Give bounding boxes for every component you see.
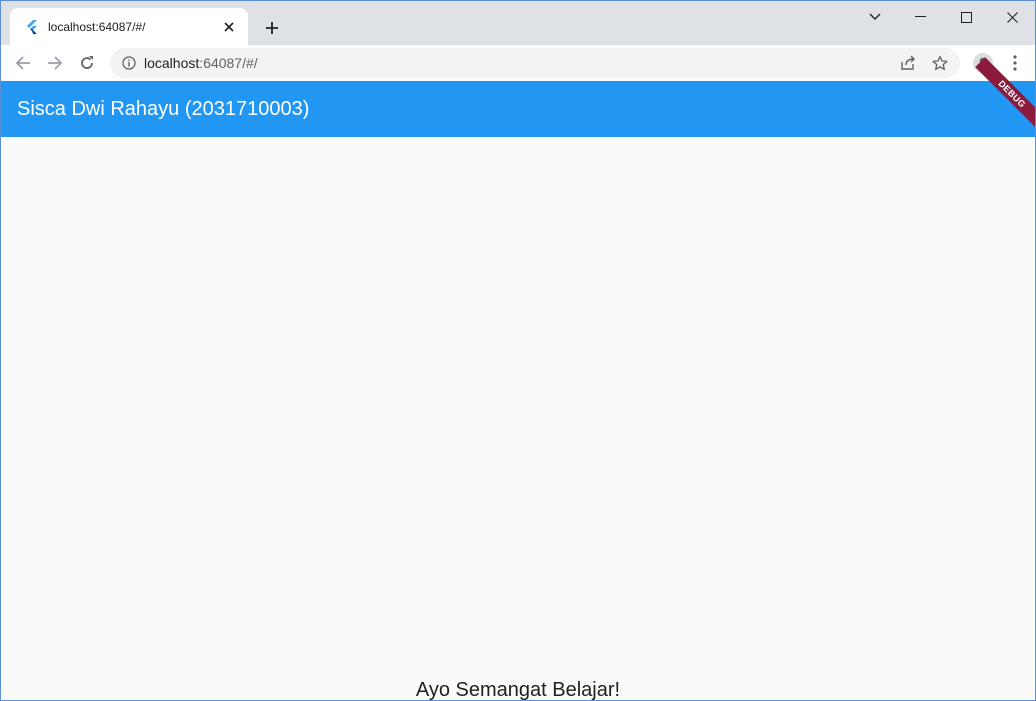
info-icon[interactable] [120, 54, 138, 72]
share-icon[interactable] [892, 49, 924, 77]
tab-search-button[interactable] [861, 5, 889, 29]
close-icon [1006, 11, 1018, 23]
app-bar: Sisca Dwi Rahayu (2031710003) DEBUG [1, 57, 1035, 137]
reload-icon [81, 56, 93, 69]
close-window-button[interactable] [989, 1, 1035, 33]
browser-window: localhost:64087/#/ localhost:64087/#/ Si… [0, 0, 1036, 701]
new-tab-button[interactable] [259, 15, 285, 41]
kebab-menu-icon [1013, 55, 1017, 71]
browser-toolbar: localhost:64087/#/ [1, 45, 1035, 81]
maximize-icon [960, 11, 972, 23]
arrow-right-icon [48, 56, 63, 70]
chevron-down-icon [869, 13, 881, 20]
browser-tab[interactable]: localhost:64087/#/ [10, 8, 248, 45]
minimize-icon [914, 16, 926, 17]
body-text: Ayo Semangat Belajar! [415, 679, 621, 701]
plus-icon [266, 22, 278, 34]
tab-title: localhost:64087/#/ [48, 19, 146, 34]
minimize-button[interactable] [897, 1, 943, 33]
address-bar[interactable]: localhost:64087/#/ [110, 48, 960, 78]
tab-strip: localhost:64087/#/ [1, 1, 1035, 45]
url-text: localhost:64087/#/ [144, 55, 258, 71]
url-host: localhost [144, 55, 200, 71]
maximize-button[interactable] [943, 1, 989, 33]
arrow-left-icon [15, 56, 30, 70]
url-rest: :64087/#/ [199, 55, 258, 71]
star-icon[interactable] [924, 49, 956, 77]
app-content: Ayo Semangat Belajar! [1, 137, 1035, 701]
browser-menu-button[interactable] [999, 47, 1031, 79]
reload-button[interactable] [71, 47, 103, 79]
window-controls [897, 1, 1035, 33]
forward-button[interactable] [39, 47, 71, 79]
page-title: Sisca Dwi Rahayu (2031710003) [17, 97, 310, 120]
back-button[interactable] [7, 47, 39, 79]
close-tab-icon[interactable] [220, 18, 238, 36]
flutter-icon [24, 19, 40, 35]
